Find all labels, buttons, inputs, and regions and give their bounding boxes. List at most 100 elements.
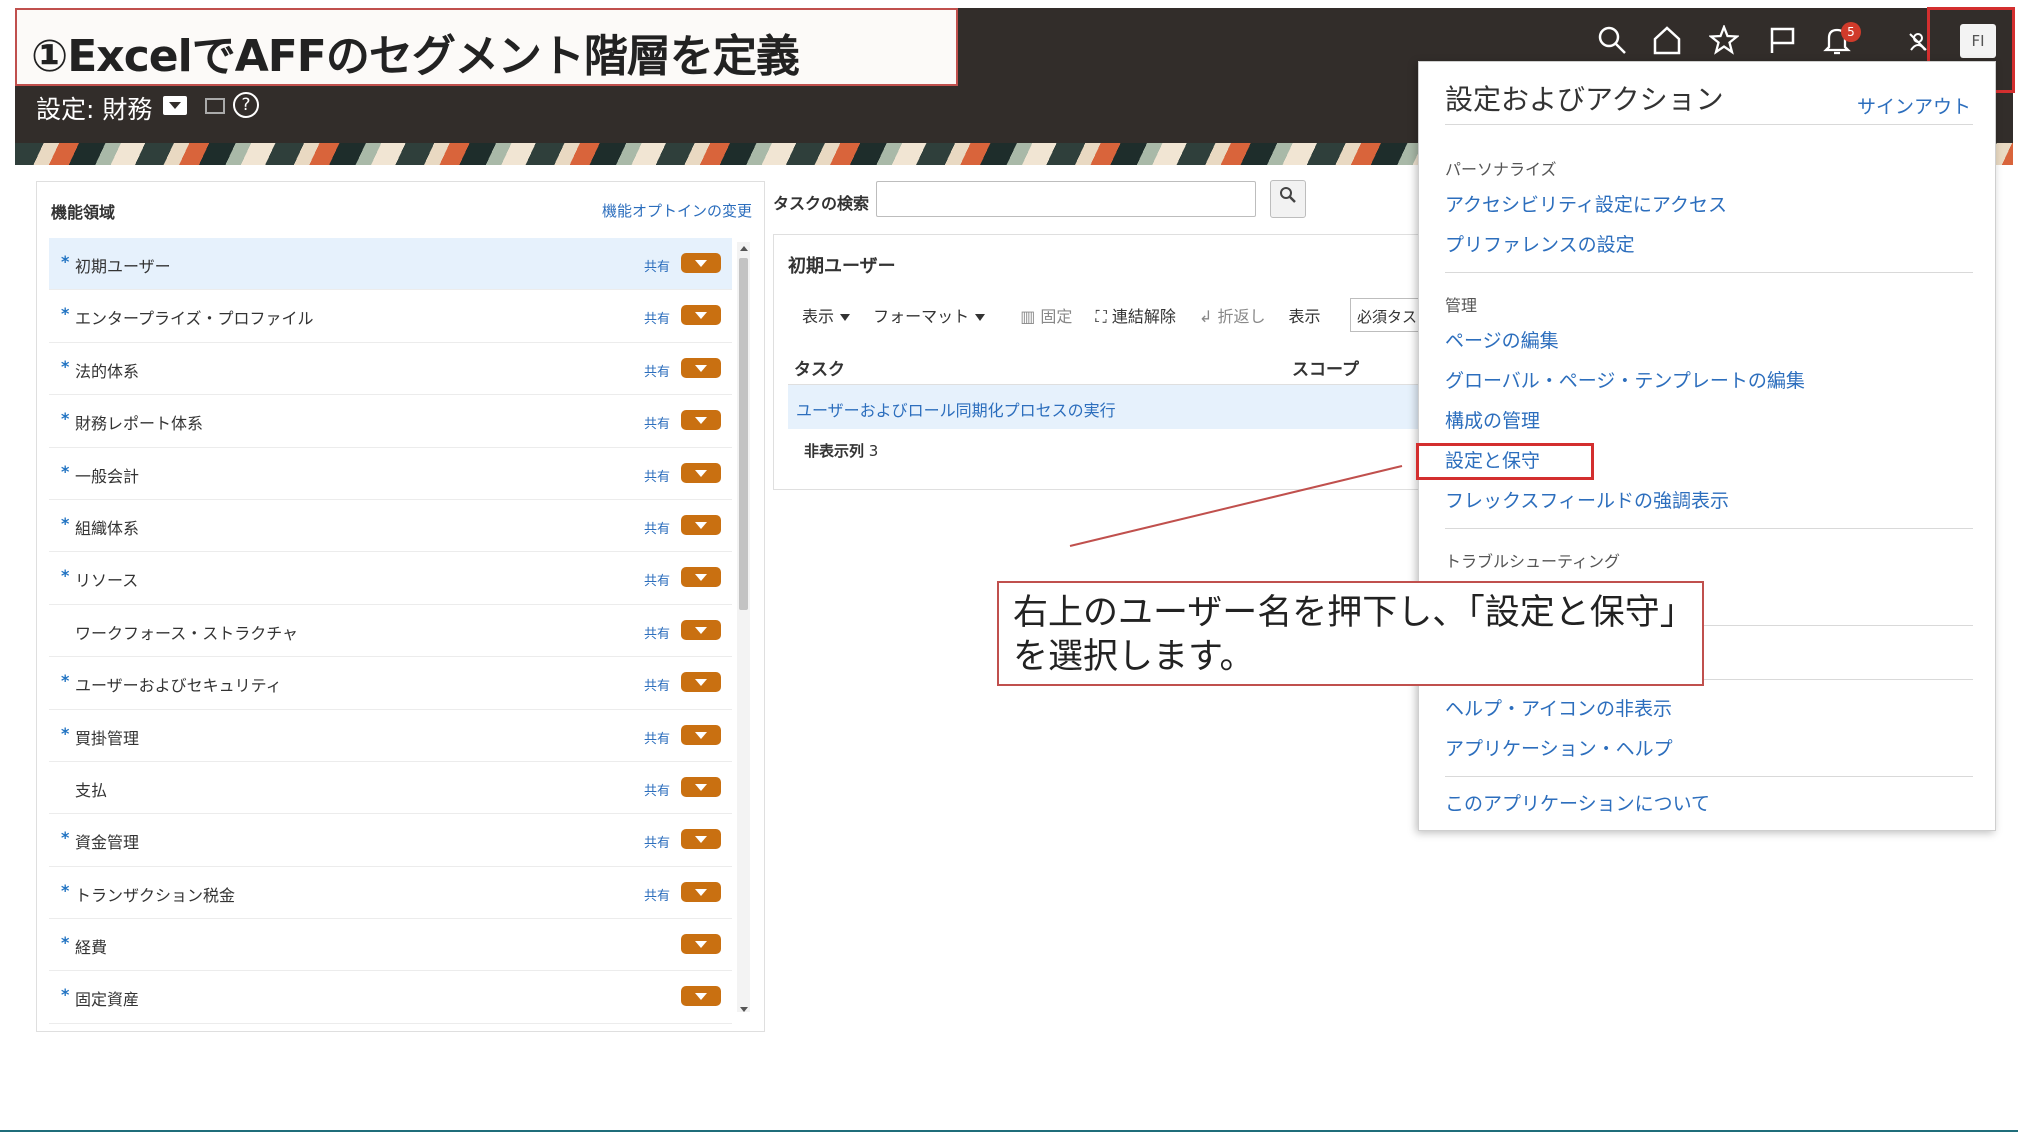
list-item[interactable]: * 経費	[49, 919, 732, 972]
list-item[interactable]: * 財務レポート体系 共有	[49, 395, 732, 448]
search-icon	[1280, 187, 1296, 203]
menu-item-highlight-flexfields[interactable]: フレックスフィールドの強調表示	[1445, 486, 1729, 513]
format-menu[interactable]: フォーマット	[873, 303, 986, 327]
list-item-name[interactable]: 資金管理	[75, 829, 139, 853]
list-item-name[interactable]: 経費	[75, 934, 107, 958]
menu-item-application-help[interactable]: アプリケーション・ヘルプ	[1445, 734, 1673, 761]
format-menu-label: フォーマット	[873, 307, 970, 326]
shared-label: 共有	[644, 364, 671, 380]
list-item-name[interactable]: リソース	[75, 567, 138, 591]
list-item-name[interactable]: ユーザーおよびセキュリティ	[75, 672, 282, 696]
setup-maintenance-highlight	[1416, 443, 1594, 480]
list-item-name[interactable]: 買掛管理	[75, 725, 139, 749]
task-search-button[interactable]	[1270, 180, 1306, 218]
section-troubleshooting-label: トラブルシューティング	[1445, 552, 1621, 571]
expand-chevron-icon[interactable]	[681, 253, 721, 273]
expand-chevron-icon[interactable]	[681, 934, 721, 955]
shared-label: 共有	[644, 574, 671, 590]
view-menu[interactable]: 表示	[802, 303, 851, 327]
freeze-button[interactable]: ▥ 固定	[1020, 303, 1072, 327]
menu-item-hide-help-icons[interactable]: ヘルプ・アイコンの非表示	[1445, 694, 1672, 721]
list-item-name[interactable]: トランザクション税金	[75, 882, 235, 906]
wrap-button[interactable]: ↲ 折返し	[1199, 303, 1266, 327]
expand-chevron-icon[interactable]	[681, 619, 721, 640]
expand-chevron-icon[interactable]	[681, 986, 721, 1007]
page: ①ExcelでAFFのセグメント階層を定義 設定: 財務 ? 5 FI 機能領域…	[0, 0, 2018, 1133]
section-admin-label: 管理	[1445, 296, 1478, 315]
menu-item-manage-configuration[interactable]: 構成の管理	[1445, 406, 1540, 433]
task-link[interactable]: ユーザーおよびロール同期化プロセスの実行	[796, 397, 1116, 421]
expand-chevron-icon[interactable]	[681, 567, 721, 588]
list-item-name[interactable]: 法的体系	[75, 358, 139, 382]
task-search-label: タスクの検索	[773, 194, 870, 213]
column-header-task[interactable]: タスク	[794, 355, 845, 380]
show-select[interactable]: 必須タスク	[1350, 298, 1424, 332]
expand-chevron-icon[interactable]	[681, 724, 721, 745]
panel-icon[interactable]	[205, 98, 225, 114]
scroll-up-arrow-icon[interactable]	[740, 246, 748, 251]
help-icon[interactable]: ?	[233, 92, 259, 118]
list-item[interactable]: * 一般会計 共有	[49, 448, 732, 500]
list-item[interactable]: * 法的体系 共有	[49, 343, 732, 396]
list-item-name[interactable]: 支払	[75, 777, 107, 801]
column-header-scope[interactable]: スコープ	[1292, 355, 1359, 380]
divider	[1445, 776, 1973, 777]
expand-chevron-icon[interactable]	[681, 514, 721, 535]
menu-item-accessibility[interactable]: アクセシビリティ設定にアクセス	[1445, 190, 1727, 217]
expand-chevron-icon[interactable]	[681, 462, 721, 483]
expand-chevron-icon[interactable]	[681, 829, 721, 850]
list-item-name[interactable]: 組織体系	[75, 515, 139, 539]
list-item[interactable]: * 組織体系 共有	[49, 500, 732, 553]
show-label: 表示	[1288, 307, 1321, 326]
freeze-icon: ▥	[1020, 307, 1041, 326]
home-icon[interactable]	[1652, 25, 1682, 61]
list-item[interactable]: * 買掛管理 共有	[49, 710, 732, 762]
setup-menu-icon[interactable]	[163, 96, 187, 115]
menu-item-edit-global-template[interactable]: グローバル・ページ・テンプレートの編集	[1445, 366, 1805, 393]
wrap-label: 折返し	[1217, 307, 1266, 326]
list-item[interactable]: 支払 共有	[49, 762, 732, 815]
menu-item-edit-pages[interactable]: ページの編集	[1445, 326, 1559, 353]
required-star: *	[61, 671, 70, 691]
list-item-name[interactable]: 固定資産	[75, 986, 139, 1010]
required-star: *	[61, 985, 70, 1005]
person-off-icon[interactable]	[1908, 30, 1928, 60]
detach-icon: ⛶	[1095, 307, 1112, 326]
task-search-input[interactable]	[876, 181, 1256, 217]
task-panel-title: 初期ユーザー	[788, 256, 896, 277]
menu-title: 設定およびアクション	[1445, 83, 1724, 116]
list-item[interactable]: * 初期ユーザー 共有	[49, 238, 732, 291]
list-item[interactable]: ワークフォース・ストラクチャ 共有	[49, 605, 732, 658]
change-feature-optin-link[interactable]: 機能オプトインの変更	[602, 200, 752, 221]
expand-chevron-icon[interactable]	[681, 357, 721, 378]
list-item[interactable]: * トランザクション税金 共有	[49, 867, 732, 920]
expand-chevron-icon[interactable]	[681, 881, 721, 902]
table-row[interactable]: ユーザーおよびロール同期化プロセスの実行	[788, 385, 1424, 429]
search-icon[interactable]	[1597, 25, 1627, 61]
list-item-name[interactable]: 初期ユーザー	[75, 253, 171, 277]
instruction-callout: 右上のユーザー名を押下し、「設定と保守」を選択します。	[997, 581, 1704, 686]
list-item[interactable]: * 固定資産	[49, 971, 732, 1024]
signout-link[interactable]: サインアウト	[1857, 92, 1971, 119]
list-item[interactable]: * リソース 共有	[49, 552, 732, 605]
expand-chevron-icon[interactable]	[681, 410, 721, 431]
list-item[interactable]: * エンタープライズ・プロファイル 共有	[49, 290, 732, 343]
list-item-name[interactable]: エンタープライズ・プロファイル	[75, 305, 314, 329]
list-scrollbar-thumb[interactable]	[739, 258, 748, 610]
list-item-name[interactable]: 財務レポート体系	[75, 410, 203, 434]
list-item-name[interactable]: ワークフォース・ストラクチャ	[75, 620, 298, 644]
detach-button[interactable]: ⛶ 連結解除	[1096, 303, 1176, 327]
favorites-star-icon[interactable]	[1707, 23, 1741, 61]
menu-item-about[interactable]: このアプリケーションについて	[1445, 789, 1710, 816]
menu-item-preferences[interactable]: プリファレンスの設定	[1445, 230, 1635, 257]
list-item[interactable]: * 資金管理 共有	[49, 814, 732, 867]
scroll-down-arrow-icon[interactable]	[740, 1007, 748, 1012]
list-item-name[interactable]: 一般会計	[75, 463, 139, 487]
flag-icon[interactable]	[1767, 25, 1797, 61]
required-star: *	[61, 356, 70, 376]
expand-chevron-icon[interactable]	[681, 776, 721, 797]
shared-label: 共有	[644, 731, 671, 747]
expand-chevron-icon[interactable]	[681, 672, 721, 693]
expand-chevron-icon[interactable]	[681, 305, 721, 326]
list-item[interactable]: * ユーザーおよびセキュリティ 共有	[49, 657, 732, 710]
